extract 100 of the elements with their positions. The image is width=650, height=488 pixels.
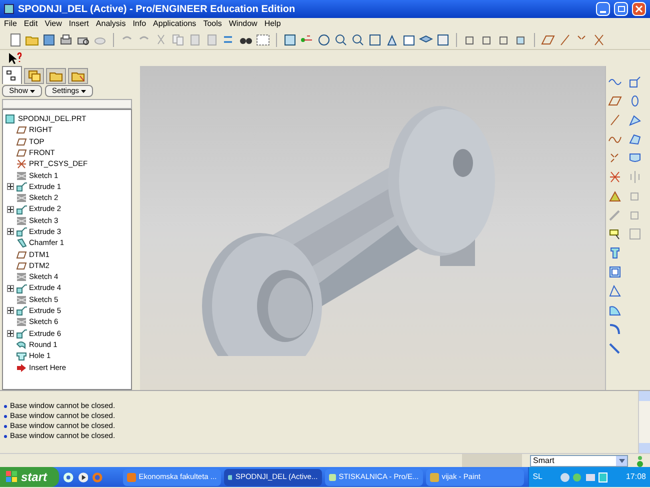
datum-plane-icon	[16, 260, 27, 271]
extrude-icon	[16, 305, 27, 316]
datum-plane-icon	[16, 124, 27, 136]
sketch-icon	[16, 271, 27, 282]
folders-icon	[27, 69, 41, 83]
app-icon	[126, 472, 136, 482]
insert-arrow-icon	[16, 362, 27, 373]
reorient-icon[interactable]	[385, 32, 399, 46]
datum-axis-icon[interactable]	[558, 32, 572, 46]
print-icon[interactable]	[59, 32, 73, 46]
expand-toggle[interactable]	[7, 330, 14, 337]
menu-item[interactable]: Info	[132, 18, 146, 30]
round-icon	[16, 339, 27, 350]
menu-item[interactable]: Help	[264, 18, 281, 30]
expand-toggle[interactable]	[7, 284, 14, 292]
status-light-icon	[636, 454, 644, 466]
app-icon	[228, 472, 232, 482]
datum-plane-icon	[16, 248, 27, 260]
expand-toggle[interactable]	[7, 228, 14, 236]
orient-icon[interactable]	[317, 32, 331, 46]
browser-icon[interactable]	[62, 472, 74, 482]
blend-icon[interactable]	[628, 132, 642, 146]
chamfer-icon	[16, 237, 27, 248]
zoom-out-icon[interactable]	[351, 32, 365, 46]
analysis-icon[interactable]	[608, 189, 622, 203]
part-icon	[5, 113, 16, 124]
favorites-tab[interactable]	[46, 68, 66, 84]
datum-plane-icon	[16, 147, 27, 158]
round-icon[interactable]	[608, 322, 622, 336]
annotation-icon[interactable]	[608, 227, 622, 241]
sketch-icon	[16, 192, 27, 204]
close-button[interactable]	[632, 2, 646, 16]
zoom-in-icon[interactable]	[334, 32, 348, 46]
extrude-icon	[16, 204, 27, 215]
caret-icon	[30, 90, 35, 92]
extrude-icon	[16, 180, 27, 192]
chamfer-icon[interactable]	[608, 341, 622, 355]
sketch-icon	[16, 316, 27, 328]
boundary-icon[interactable]	[628, 151, 642, 165]
datum-plane-icon[interactable]	[608, 94, 622, 108]
tray-icons[interactable]	[560, 472, 608, 482]
setup-icon[interactable]	[436, 32, 450, 46]
extrude-icon	[16, 226, 27, 238]
sweep-icon[interactable]	[628, 113, 642, 127]
menu-item[interactable]: Edit	[24, 18, 38, 30]
app-icon	[4, 4, 14, 14]
menu-item[interactable]: Applications	[153, 18, 196, 30]
hole-icon	[16, 350, 27, 362]
extrude-icon	[16, 328, 27, 339]
caret-icon	[618, 458, 624, 462]
coordinate-system-icon[interactable]	[592, 32, 606, 46]
menu-item[interactable]: Insert	[68, 18, 89, 30]
windows-flag-icon	[6, 471, 18, 483]
repaint-icon[interactable]	[283, 32, 297, 46]
shell-icon[interactable]	[608, 265, 622, 279]
menu-item[interactable]: Tools	[203, 18, 222, 30]
sketch-icon	[16, 214, 27, 226]
bullet-icon	[4, 404, 7, 408]
folder-browser-tab[interactable]	[24, 68, 44, 84]
bullet-icon	[4, 424, 7, 428]
filter-dropdown[interactable]: Smart	[530, 454, 628, 466]
extrude-icon	[16, 282, 27, 294]
datum-axis-icon[interactable]	[608, 113, 622, 127]
expand-toggle[interactable]	[7, 307, 14, 314]
hole-icon[interactable]	[608, 246, 622, 260]
expand-toggle[interactable]	[7, 206, 14, 213]
help-pointer-icon[interactable]	[8, 52, 22, 64]
menu-item[interactable]: View	[44, 18, 62, 30]
connections-tab[interactable]	[68, 68, 88, 84]
datum-plane-icon	[16, 136, 27, 147]
restore-button[interactable]	[614, 2, 628, 16]
minimize-button[interactable]	[596, 2, 610, 16]
bullet-icon	[4, 434, 7, 438]
extrude-icon[interactable]	[628, 75, 642, 89]
rib-icon[interactable]	[608, 303, 622, 317]
draft-icon[interactable]	[608, 284, 622, 298]
close-icon	[635, 5, 643, 13]
sketch-icon	[16, 170, 27, 181]
scrollbar[interactable]	[638, 391, 650, 453]
app-icon	[328, 472, 336, 482]
sketch-icon	[16, 294, 27, 305]
caret-icon	[81, 90, 86, 92]
datum-plane-icon[interactable]	[541, 32, 555, 46]
menu-item[interactable]: Analysis	[96, 18, 126, 30]
app-icon	[430, 472, 439, 482]
save-icon[interactable]	[42, 32, 56, 46]
fit-icon[interactable]	[368, 32, 382, 46]
view-manager-icon[interactable]	[402, 32, 416, 46]
window-title: SPODNJI_DEL (Active) - Pro/ENGINEER Education Edition	[18, 2, 296, 16]
menu-item[interactable]: Window	[228, 18, 258, 30]
media-icon[interactable]	[78, 472, 88, 482]
clock: 17:08	[626, 471, 646, 483]
expand-toggle[interactable]	[7, 182, 14, 190]
menu-item[interactable]: File	[4, 18, 17, 30]
model-tree-tab[interactable]	[2, 66, 22, 84]
coordinate-system-icon	[16, 158, 27, 170]
new-file-icon[interactable]	[8, 32, 22, 46]
coordinate-system-icon[interactable]	[608, 170, 622, 184]
restore-icon	[618, 6, 624, 12]
bullet-icon	[4, 414, 7, 418]
